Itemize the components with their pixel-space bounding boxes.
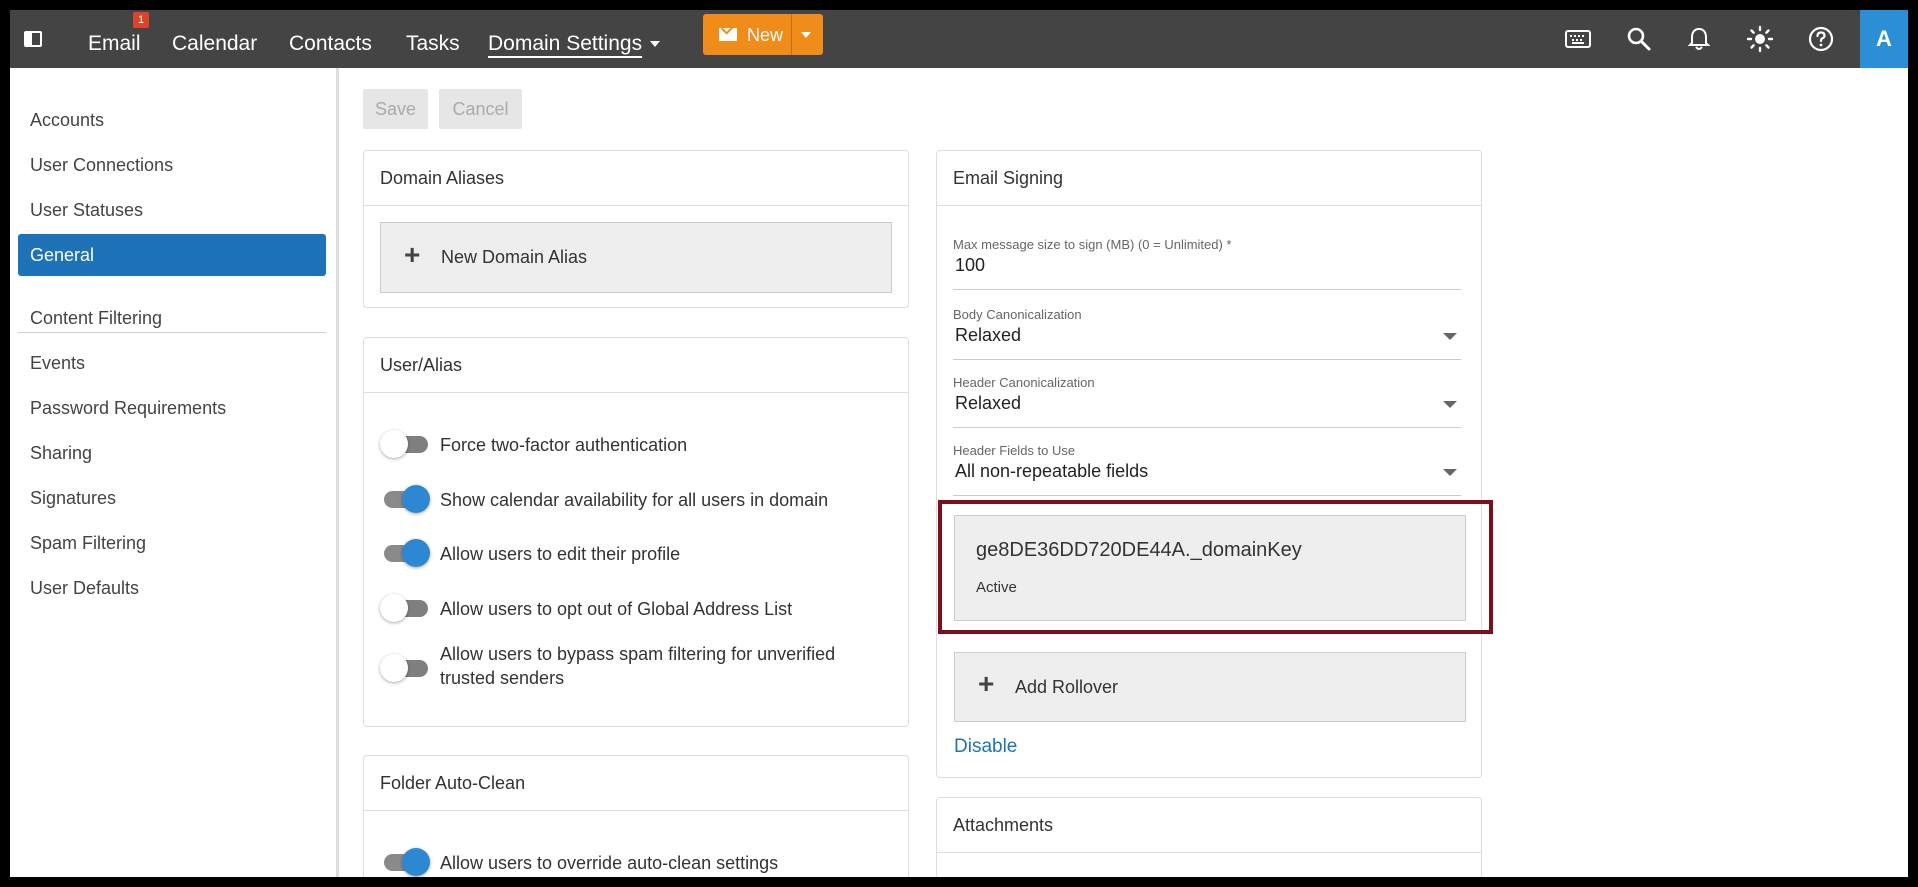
- sidebar-item-password-requirements[interactable]: Password Requirements: [18, 387, 326, 429]
- sidebar-toggle-icon[interactable]: [19, 24, 49, 54]
- sidebar-border: [336, 68, 339, 877]
- sidebar: Accounts User Connections User Statuses …: [10, 68, 336, 877]
- chevron-down-icon: [1443, 401, 1457, 408]
- card-title: Domain Aliases: [364, 151, 908, 206]
- domain-aliases-card: Domain Aliases + New Domain Alias: [363, 150, 909, 308]
- keyboard-icon[interactable]: [1563, 24, 1593, 54]
- disable-link[interactable]: Disable: [954, 736, 1017, 758]
- sidebar-item-spam-filtering[interactable]: Spam Filtering: [18, 522, 326, 564]
- sidebar-item-signatures[interactable]: Signatures: [18, 477, 326, 519]
- nav-tasks[interactable]: Tasks: [406, 32, 460, 56]
- nav-contacts[interactable]: Contacts: [289, 32, 372, 56]
- top-navigation-bar: Email 1 Calendar Contacts Tasks Domain S…: [10, 10, 1908, 68]
- card-title: Attachments: [937, 798, 1481, 853]
- sidebar-item-sharing[interactable]: Sharing: [18, 432, 326, 474]
- toggle-switch[interactable]: [380, 430, 428, 458]
- nav-calendar[interactable]: Calendar: [172, 32, 257, 56]
- card-title: Email Signing: [937, 151, 1481, 206]
- new-button-label: New: [747, 25, 784, 45]
- avatar[interactable]: A: [1860, 10, 1908, 68]
- field-underline: [953, 289, 1461, 290]
- chevron-down-icon: [1443, 469, 1457, 476]
- field-label-text: Max message size to sign (MB) (0 = Unlim…: [953, 237, 1223, 252]
- sidebar-item-user-defaults[interactable]: User Defaults: [18, 567, 326, 609]
- chevron-down-icon: [801, 32, 811, 38]
- add-rollover-button[interactable]: + Add Rollover: [954, 652, 1466, 722]
- bell-icon[interactable]: [1684, 24, 1714, 54]
- plus-icon: +: [978, 668, 995, 699]
- help-icon[interactable]: [1806, 24, 1836, 54]
- sun-icon[interactable]: [1745, 24, 1775, 54]
- chevron-down-icon: [1443, 333, 1457, 340]
- field-value: All non-repeatable fields: [955, 461, 1149, 481]
- toggle-switch[interactable]: [380, 654, 428, 682]
- email-signing-card: Email Signing Max message size to sign (…: [936, 150, 1482, 778]
- sidebar-item-general[interactable]: General: [18, 234, 326, 276]
- add-rollover-label: Add Rollover: [1015, 677, 1119, 697]
- card-title: Folder Auto-Clean: [364, 756, 908, 811]
- new-domain-alias-button[interactable]: + New Domain Alias: [380, 222, 892, 293]
- attachments-card: Attachments: [936, 797, 1482, 877]
- new-domain-alias-label: New Domain Alias: [441, 247, 588, 267]
- field-value[interactable]: 100: [955, 255, 985, 276]
- sidebar-item-user-connections[interactable]: User Connections: [18, 144, 326, 186]
- nav-email-label: Email: [88, 32, 141, 55]
- field-value: Relaxed: [955, 393, 1022, 413]
- toggle-switch[interactable]: [380, 594, 428, 622]
- required-mark: *: [1226, 237, 1232, 252]
- save-button[interactable]: Save: [363, 89, 428, 129]
- field-label: Max message size to sign (MB) (0 = Unlim…: [953, 237, 1461, 252]
- card-title: User/Alias: [364, 338, 908, 393]
- field-value: Relaxed: [955, 325, 1022, 345]
- field-label: Body Canonicalization: [953, 307, 1082, 322]
- header-canonicalization-select[interactable]: Header Canonicalization Relaxed: [953, 375, 1461, 437]
- nav-email[interactable]: Email: [88, 32, 141, 56]
- field-underline: [953, 359, 1461, 360]
- field-underline: [953, 427, 1461, 428]
- toggle-switch[interactable]: [380, 848, 430, 876]
- toggle-switch[interactable]: [380, 539, 430, 567]
- toggle-label: Show calendar availability for all users…: [440, 490, 829, 510]
- divider: [791, 14, 792, 55]
- toggle-label-line-1: Allow users to bypass spam filtering for…: [440, 644, 836, 664]
- envelope-icon: [719, 28, 737, 41]
- sidebar-item-content-filtering[interactable]: Content Filtering: [18, 297, 326, 339]
- toggle-label: Allow users to opt out of Global Address…: [440, 599, 793, 619]
- nav-domain-settings[interactable]: Domain Settings: [488, 32, 661, 56]
- email-unread-badge: 1: [133, 12, 149, 28]
- toggle-switch[interactable]: [380, 485, 430, 513]
- highlight-box: [938, 500, 1493, 634]
- folder-auto-clean-card: Folder Auto-Clean Allow users to overrid…: [363, 755, 909, 877]
- plus-icon: +: [404, 239, 421, 270]
- search-icon[interactable]: [1624, 24, 1654, 54]
- sidebar-item-events[interactable]: Events: [18, 342, 326, 384]
- cancel-button[interactable]: Cancel: [439, 89, 522, 129]
- toggle-label: Allow users to bypass spam filtering for…: [440, 642, 835, 690]
- app-window: Email 1 Calendar Contacts Tasks Domain S…: [10, 10, 1908, 877]
- toggle-label: Allow users to override auto-clean setti…: [440, 853, 779, 873]
- toggle-label-line-2: trusted senders: [440, 668, 565, 688]
- chevron-down-icon: [650, 41, 661, 48]
- user-alias-card: User/Alias Force two-factor authenticati…: [363, 337, 909, 727]
- nav-domain-settings-label: Domain Settings: [488, 32, 643, 55]
- new-dropdown-button[interactable]: [795, 14, 823, 55]
- field-label: Header Fields to Use: [953, 443, 1076, 458]
- max-message-size-field[interactable]: Max message size to sign (MB) (0 = Unlim…: [953, 237, 1461, 299]
- field-underline: [953, 495, 1461, 496]
- sidebar-item-user-statuses[interactable]: User Statuses: [18, 189, 326, 231]
- sidebar-item-accounts[interactable]: Accounts: [18, 99, 326, 141]
- toggle-label: Allow users to edit their profile: [440, 544, 681, 564]
- new-button[interactable]: New: [703, 14, 823, 55]
- body-canonicalization-select[interactable]: Body Canonicalization Relaxed: [953, 307, 1461, 369]
- header-fields-select[interactable]: Header Fields to Use All non-repeatable …: [953, 443, 1461, 505]
- field-label: Header Canonicalization: [953, 375, 1095, 390]
- toggle-label: Force two-factor authentication: [440, 435, 688, 455]
